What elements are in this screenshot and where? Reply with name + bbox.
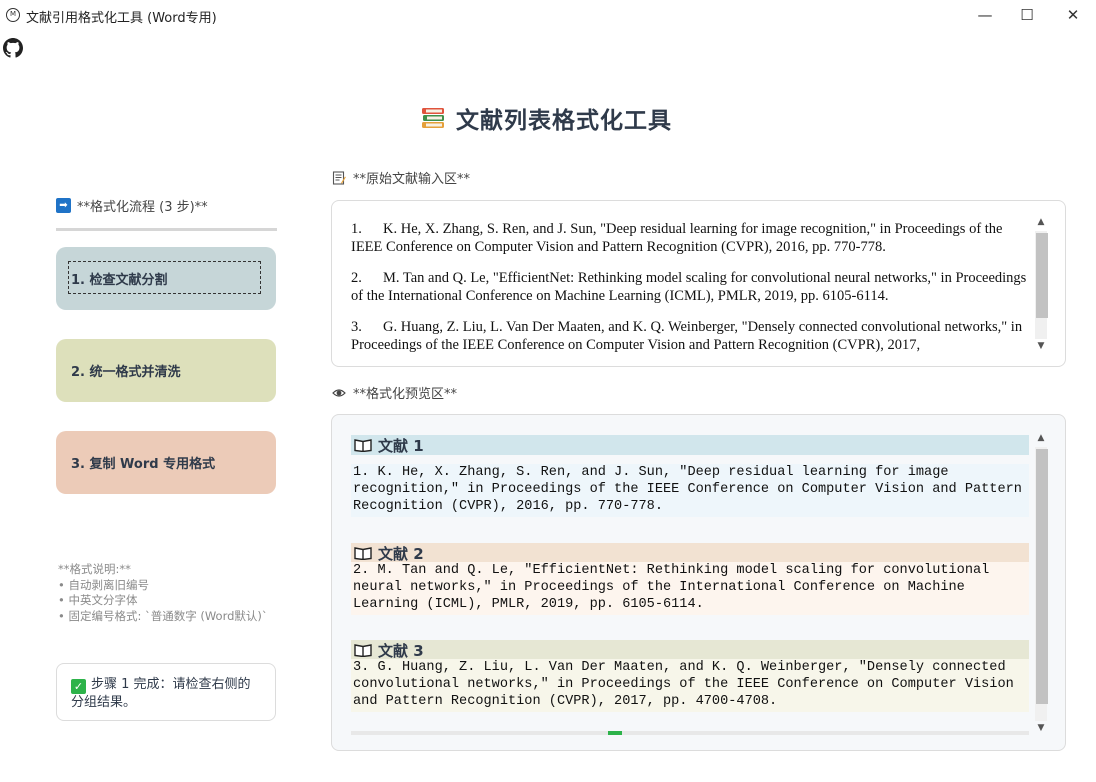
entry-heading: 文献 1 <box>351 435 1029 455</box>
input-ref-number: 3. <box>351 319 362 335</box>
preview-section-label-text: **格式化预览区** <box>353 387 458 402</box>
sidebar-divider <box>56 228 277 231</box>
step-2-button[interactable]: 2. 统一格式并清洗 <box>56 339 276 402</box>
input-ref-number: 1. <box>351 221 362 237</box>
entry-heading: 文献 2 <box>351 543 1029 563</box>
open-book-icon <box>354 439 372 452</box>
reference-input-content: 1. K. He, X. Zhang, S. Ren, and J. Sun, "… <box>351 220 1027 366</box>
step-2-label: 2. 统一格式并清洗 <box>71 365 181 380</box>
input-ref-text: G. Huang, Z. Liu, L. Van Der Maaten, and… <box>351 319 1023 353</box>
scroll-down-arrow[interactable]: ▼ <box>1034 339 1048 353</box>
step-1-button[interactable]: 1. 检查文献分割 <box>56 247 276 310</box>
focus-outline <box>68 261 261 294</box>
step-3-button[interactable]: 3. 复制 Word 专用格式 <box>56 431 276 494</box>
github-icon[interactable] <box>3 38 23 58</box>
title-bar: M 文献引用格式化工具 (Word专用) — ☐ ✕ <box>0 0 1096 32</box>
input-ref: 1. K. He, X. Zhang, S. Ren, and J. Sun, "… <box>351 220 1027 256</box>
preview-scrollbar[interactable]: ▲ ▼ <box>1033 431 1048 737</box>
input-ref-text: M. Tan and Q. Le, "EfficientNet: Rethink… <box>351 270 1027 304</box>
format-note-item: • 中英文分字体 <box>58 593 138 607</box>
status-message: ✓ 步骤 1 完成：请检查右侧的分组结果。 <box>56 663 276 721</box>
open-book-icon <box>354 547 372 560</box>
entry-title: 文献 1 <box>378 436 424 455</box>
page-title: 文献列表格式化工具 <box>420 101 672 135</box>
workflow-heading-text: **格式化流程 (3 步)** <box>77 200 208 215</box>
books-icon <box>422 108 444 128</box>
preview-section-label: **格式化预览区** <box>332 383 457 402</box>
next-item-peek <box>351 731 1029 735</box>
app-icon: M <box>6 8 20 22</box>
input-ref: 2. M. Tan and Q. Le, "EfficientNet: Rethi… <box>351 269 1027 305</box>
format-notes: **格式说明:** • 自动剥离旧编号 • 中英文分字体 • 固定编号格式: `… <box>58 562 268 624</box>
input-section-label: **原始文献输入区** <box>332 168 470 187</box>
memo-icon <box>332 170 346 185</box>
entry-heading: 文献 3 <box>351 640 1029 660</box>
entry-text: 3. G. Huang, Z. Liu, L. Van Der Maaten, … <box>351 659 1029 712</box>
scroll-up-arrow[interactable]: ▲ <box>1034 431 1048 445</box>
open-book-icon <box>354 644 372 657</box>
workflow-heading: ➡ **格式化流程 (3 步)** <box>56 196 208 215</box>
reference-input-textarea[interactable]: 1. K. He, X. Zhang, S. Ren, and J. Sun, "… <box>331 200 1066 367</box>
status-text: 步骤 1 完成：请检查右侧的分组结果。 <box>71 677 251 710</box>
input-scrollbar[interactable]: ▲ ▼ <box>1033 215 1048 355</box>
check-icon: ✓ <box>71 679 86 694</box>
step-3-label: 3. 复制 Word 专用格式 <box>71 457 216 472</box>
maximize-button[interactable]: ☐ <box>1016 4 1038 26</box>
entry-text: 1. K. He, X. Zhang, S. Ren, and J. Sun, … <box>351 464 1029 517</box>
format-notes-title: **格式说明:** <box>58 562 131 576</box>
entry-title: 文献 3 <box>378 641 424 660</box>
scroll-up-arrow[interactable]: ▲ <box>1034 215 1048 229</box>
page-title-text: 文献列表格式化工具 <box>456 108 672 134</box>
check-icon <box>608 731 622 735</box>
entry-title: 文献 2 <box>378 544 424 563</box>
scroll-thumb[interactable] <box>1036 233 1048 318</box>
input-ref: 3. G. Huang, Z. Liu, L. Van Der Maaten, a… <box>351 318 1027 354</box>
format-note-item: • 自动剥离旧编号 <box>58 577 149 592</box>
window-title: 文献引用格式化工具 (Word专用) <box>26 11 217 26</box>
scroll-thumb[interactable] <box>1036 449 1048 704</box>
input-section-label-text: **原始文献输入区** <box>353 172 471 187</box>
scroll-down-arrow[interactable]: ▼ <box>1034 721 1048 735</box>
close-button[interactable]: ✕ <box>1062 4 1084 26</box>
preview-panel: 文献 1 1. K. He, X. Zhang, S. Ren, and J. … <box>331 414 1066 751</box>
minimize-button[interactable]: — <box>974 4 996 26</box>
input-ref-text: K. He, X. Zhang, S. Ren, and J. Sun, "De… <box>351 221 1003 255</box>
arrow-right-icon: ➡ <box>56 198 71 213</box>
format-note-item: • 固定编号格式: `普通数字 (Word默认)` <box>58 608 268 623</box>
eye-icon <box>332 388 346 397</box>
entry-text: 2. M. Tan and Q. Le, "EfficientNet: Reth… <box>351 562 1029 615</box>
input-ref-number: 2. <box>351 270 362 286</box>
